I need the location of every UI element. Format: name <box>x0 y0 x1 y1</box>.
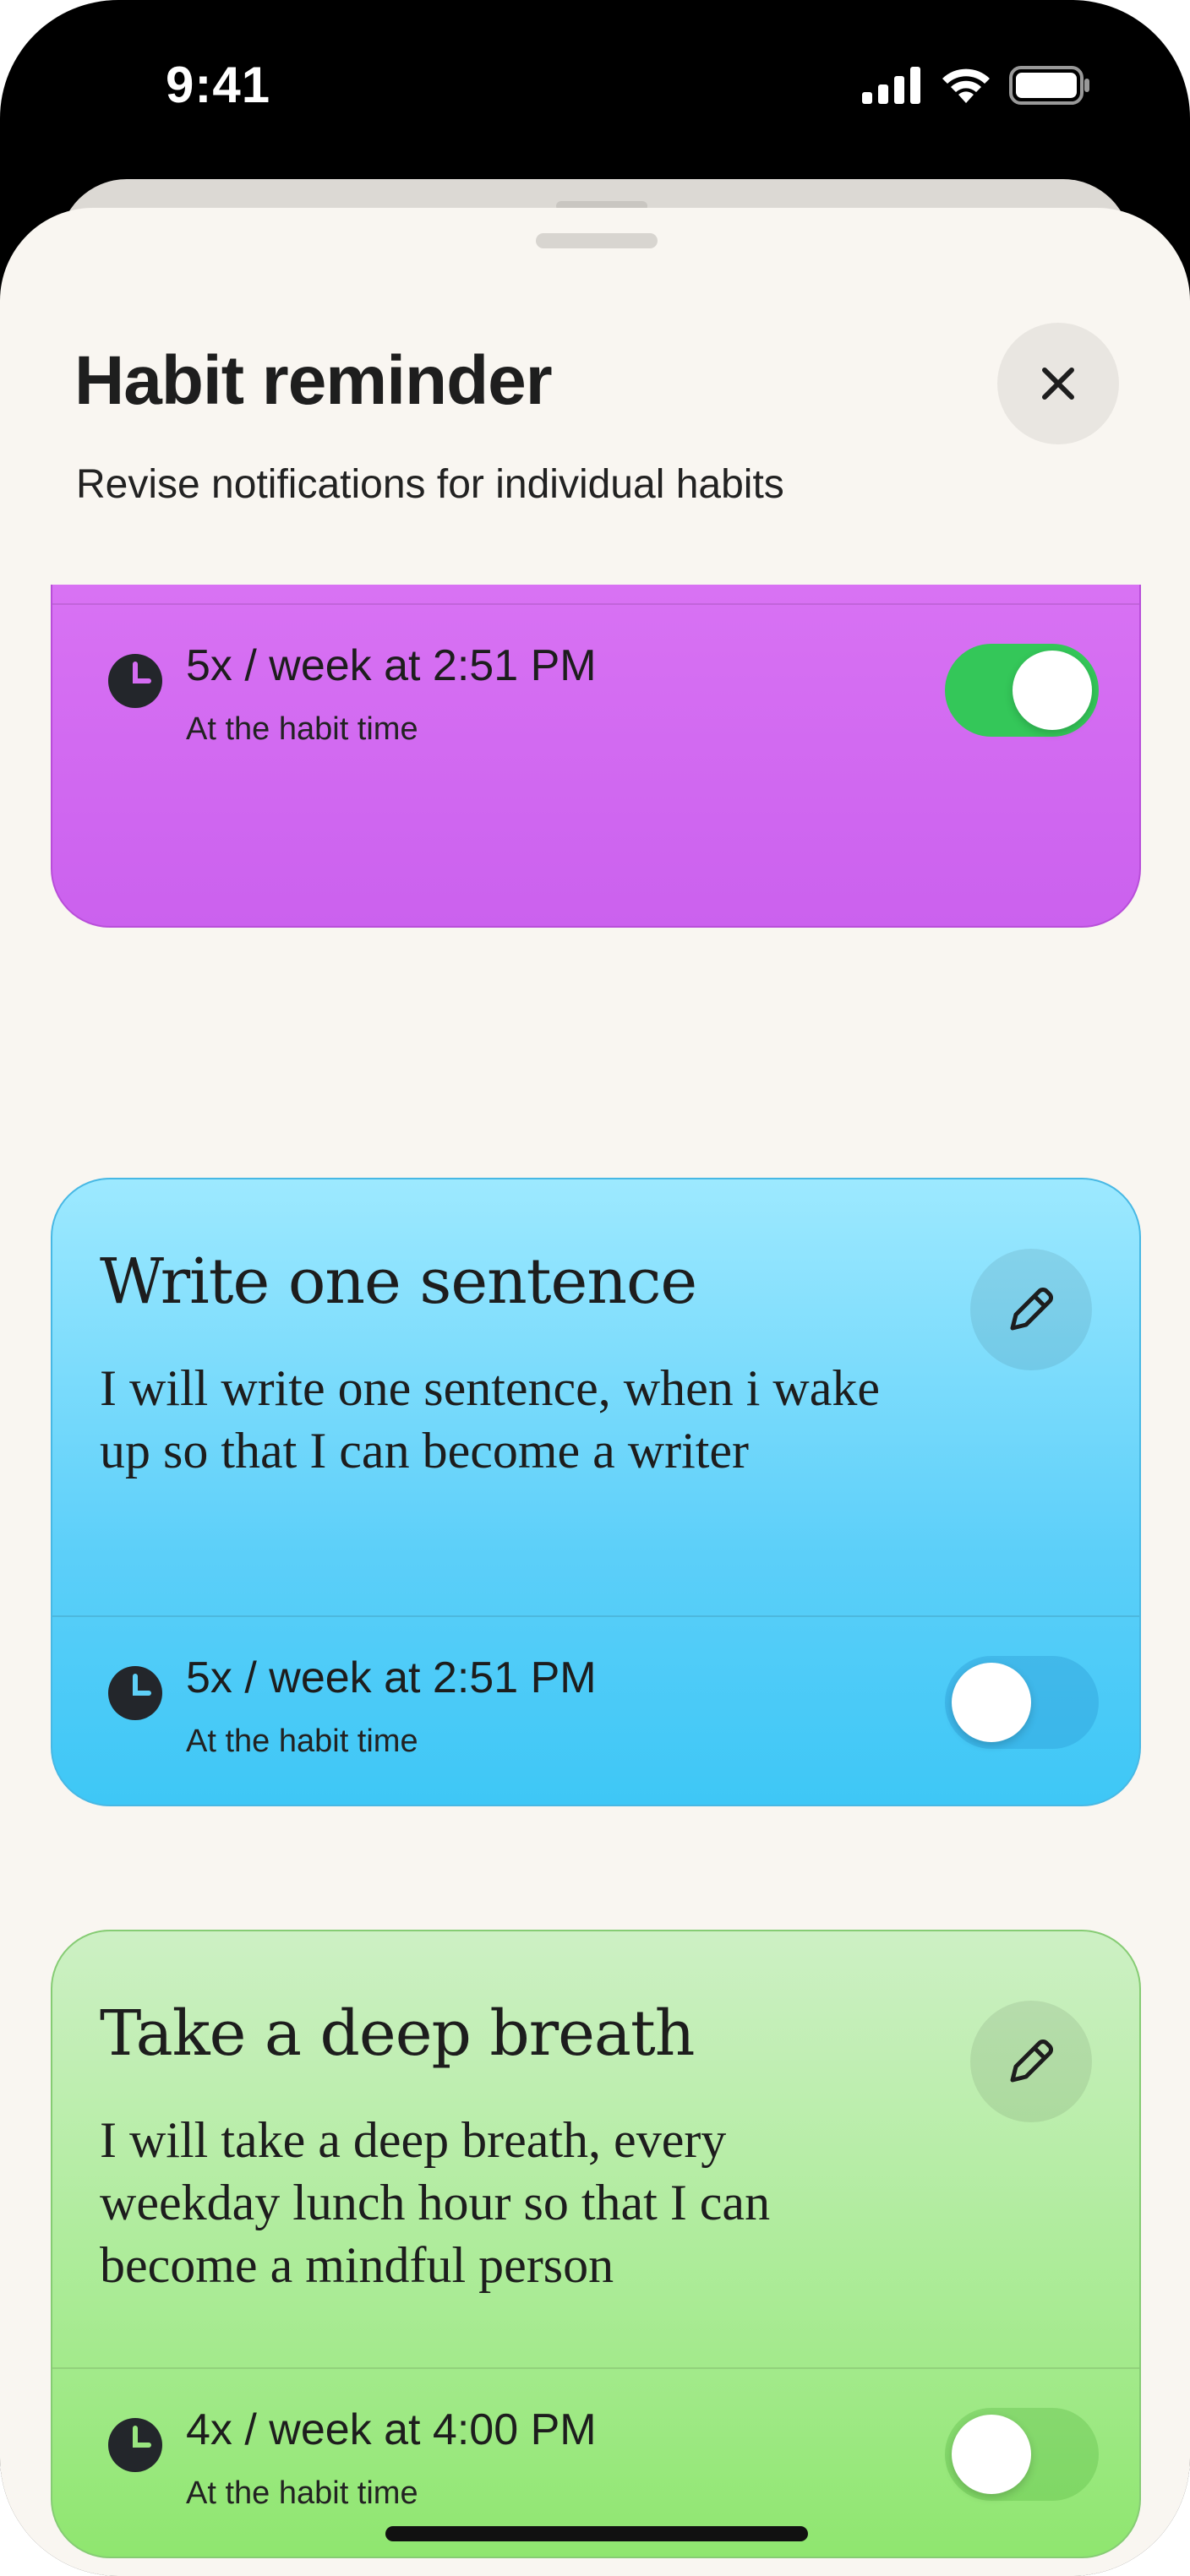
reminder-toggle[interactable] <box>945 644 1099 737</box>
battery-icon <box>1009 66 1089 105</box>
clock-icon <box>108 654 162 708</box>
habit-card: Take a deep breath I will take a deep br… <box>51 1930 1141 2558</box>
phone-frame: 9:41 Habit reminder Revise notifications… <box>0 0 1190 2576</box>
close-icon <box>1042 368 1074 400</box>
page-subtitle: Revise notifications for individual habi… <box>76 462 784 507</box>
clock-icon <box>108 1666 162 1720</box>
close-button[interactable] <box>997 323 1119 444</box>
wifi-icon <box>942 68 990 103</box>
page-title: Habit reminder <box>74 342 553 419</box>
edit-habit-button[interactable] <box>970 1249 1092 1370</box>
habit-title: Take a deep breath <box>100 1997 695 2070</box>
reminder-frequency: 4x / week at 4:00 PM <box>186 2405 597 2454</box>
reminder-row: 5x / week at 2:51 PM At the habit time <box>52 605 1139 796</box>
toggle-knob <box>952 1663 1031 1742</box>
sheet-drag-handle[interactable] <box>536 233 658 248</box>
reminder-frequency: 5x / week at 2:51 PM <box>186 1653 597 1702</box>
habit-card: 5x / week at 2:51 PM At the habit time <box>51 585 1141 928</box>
pencil-icon <box>1010 2040 1053 2083</box>
habit-description: I will take a deep breath, every weekday… <box>100 2112 771 2293</box>
reminder-note: At the habit time <box>186 2475 418 2511</box>
reminder-note: At the habit time <box>186 711 418 747</box>
reminder-toggle[interactable] <box>945 2408 1099 2501</box>
edit-habit-button[interactable] <box>970 2001 1092 2122</box>
pencil-icon <box>1010 1288 1053 1331</box>
reminder-row: 5x / week at 2:51 PM At the habit time <box>52 1617 1139 1805</box>
status-time: 9:41 <box>166 57 271 113</box>
habit-reminder-sheet: Habit reminder Revise notifications for … <box>0 208 1190 2576</box>
clock-icon <box>108 2418 162 2472</box>
habit-card: Write one sentence I will write one sent… <box>51 1178 1141 1806</box>
reminder-toggle[interactable] <box>945 1656 1099 1749</box>
home-indicator[interactable] <box>385 2526 808 2541</box>
reminder-note: At the habit time <box>186 1724 418 1759</box>
toggle-knob <box>952 2415 1031 2494</box>
status-icons <box>862 66 1090 105</box>
habit-list[interactable]: 5x / week at 2:51 PM At the habit time W… <box>0 585 1190 2576</box>
habit-description: I will write one sentence, when i wake u… <box>100 1360 880 1479</box>
habit-title: Write one sentence <box>100 1245 697 1318</box>
reminder-frequency: 5x / week at 2:51 PM <box>186 641 597 690</box>
toggle-knob <box>1013 651 1092 730</box>
cellular-signal-icon <box>862 67 920 104</box>
